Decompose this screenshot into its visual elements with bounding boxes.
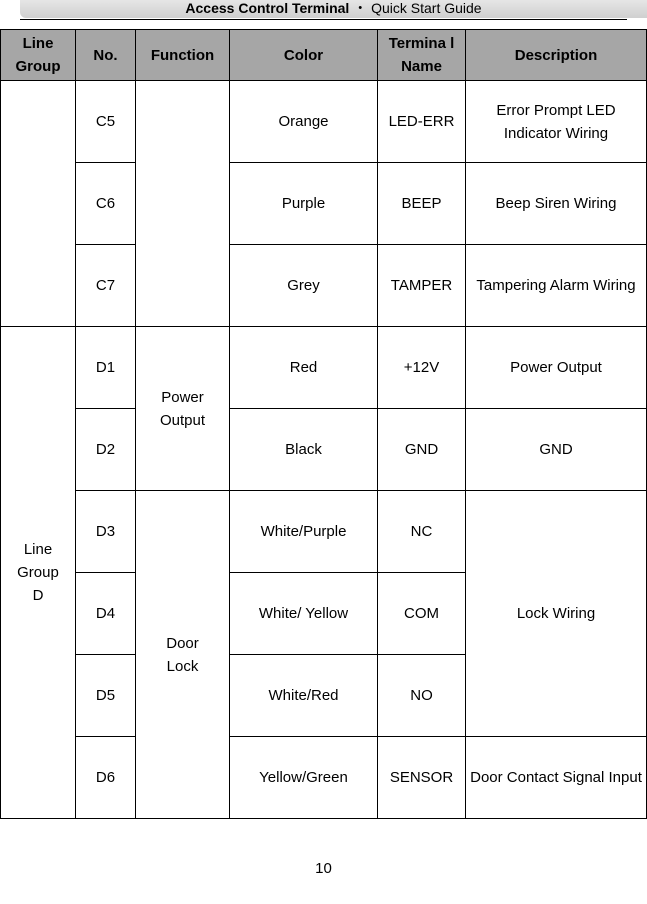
cell-color: White/Red <box>229 654 378 737</box>
cell-function-power-output: Power Output <box>135 326 230 491</box>
cell-function-door-lock: Door Lock <box>135 490 230 819</box>
cell-description: Tampering Alarm Wiring <box>465 244 647 327</box>
cell-terminal: SENSOR <box>377 736 466 819</box>
cell-terminal: NO <box>377 654 466 737</box>
cell-description: Power Output <box>465 326 647 409</box>
cell-color: White/Purple <box>229 490 378 573</box>
cell-no: C6 <box>75 162 136 245</box>
table-row: C5 Orange LED-ERR Error Prompt LED Indic… <box>0 80 647 327</box>
cell-no: D3 <box>75 490 136 573</box>
table-row: C7 Grey TAMPER Tampering Alarm Wiring <box>1 244 647 327</box>
page-number: 10 <box>315 860 332 877</box>
header-divider <box>20 19 627 20</box>
cell-description: Door Contact Signal Input <box>465 736 647 819</box>
col-header-description: Description <box>465 29 647 81</box>
col-header-function: Function <box>135 29 230 81</box>
header-subtitle: Quick Start Guide <box>371 0 482 16</box>
table-row: D3 Door Lock White/Purple NC Lock Wiring <box>1 490 647 819</box>
cell-description: Error Prompt LED Indicator Wiring <box>465 80 647 163</box>
cell-no: C5 <box>75 80 136 163</box>
cell-color: Orange <box>229 80 378 163</box>
table-row: D6 Yellow/Green SENSOR Door Contact Sign… <box>1 736 647 819</box>
cell-no: D1 <box>75 326 136 409</box>
header-title: Access Control Terminal <box>185 0 350 16</box>
header-separator: ・ <box>353 0 368 16</box>
col-header-color: Color <box>229 29 378 81</box>
col-header-no: No. <box>75 29 136 81</box>
running-header: Access Control Terminal ・ Quick Start Gu… <box>20 0 647 18</box>
cell-line-group-d: Line Group D <box>0 326 76 819</box>
cell-color: Yellow/Green <box>229 736 378 819</box>
cell-description-lock-wiring: Lock Wiring <box>465 490 647 737</box>
table-header-row: Line Group No. Function Color Termina l … <box>0 29 647 81</box>
col-header-terminal-name: Termina l Name <box>377 29 466 81</box>
cell-terminal: +12V <box>377 326 466 409</box>
cell-color: Grey <box>229 244 378 327</box>
cell-color: Black <box>229 408 378 491</box>
cell-color: Red <box>229 326 378 409</box>
cell-no: D5 <box>75 654 136 737</box>
cell-terminal: LED-ERR <box>377 80 466 163</box>
cell-color: Purple <box>229 162 378 245</box>
table-row: Line Group D D1 Power Output Red +12V Po… <box>0 326 647 819</box>
cell-terminal: BEEP <box>377 162 466 245</box>
cell-line-group-c <box>0 80 76 327</box>
cell-terminal: NC <box>377 490 466 573</box>
cell-no: D4 <box>75 572 136 655</box>
cell-terminal: GND <box>377 408 466 491</box>
cell-terminal: TAMPER <box>377 244 466 327</box>
cell-terminal: COM <box>377 572 466 655</box>
table-row: D2 Black GND GND <box>1 408 647 491</box>
cell-no: D6 <box>75 736 136 819</box>
cell-no: C7 <box>75 244 136 327</box>
cell-color: White/ Yellow <box>229 572 378 655</box>
table-row: C6 Purple BEEP Beep Siren Wiring <box>1 162 647 245</box>
col-header-line-group: Line Group <box>0 29 76 81</box>
cell-description: Beep Siren Wiring <box>465 162 647 245</box>
cell-description: GND <box>465 408 647 491</box>
cell-no: D2 <box>75 408 136 491</box>
wiring-table: Line Group No. Function Color Termina l … <box>0 29 647 819</box>
cell-function-c <box>135 80 230 327</box>
